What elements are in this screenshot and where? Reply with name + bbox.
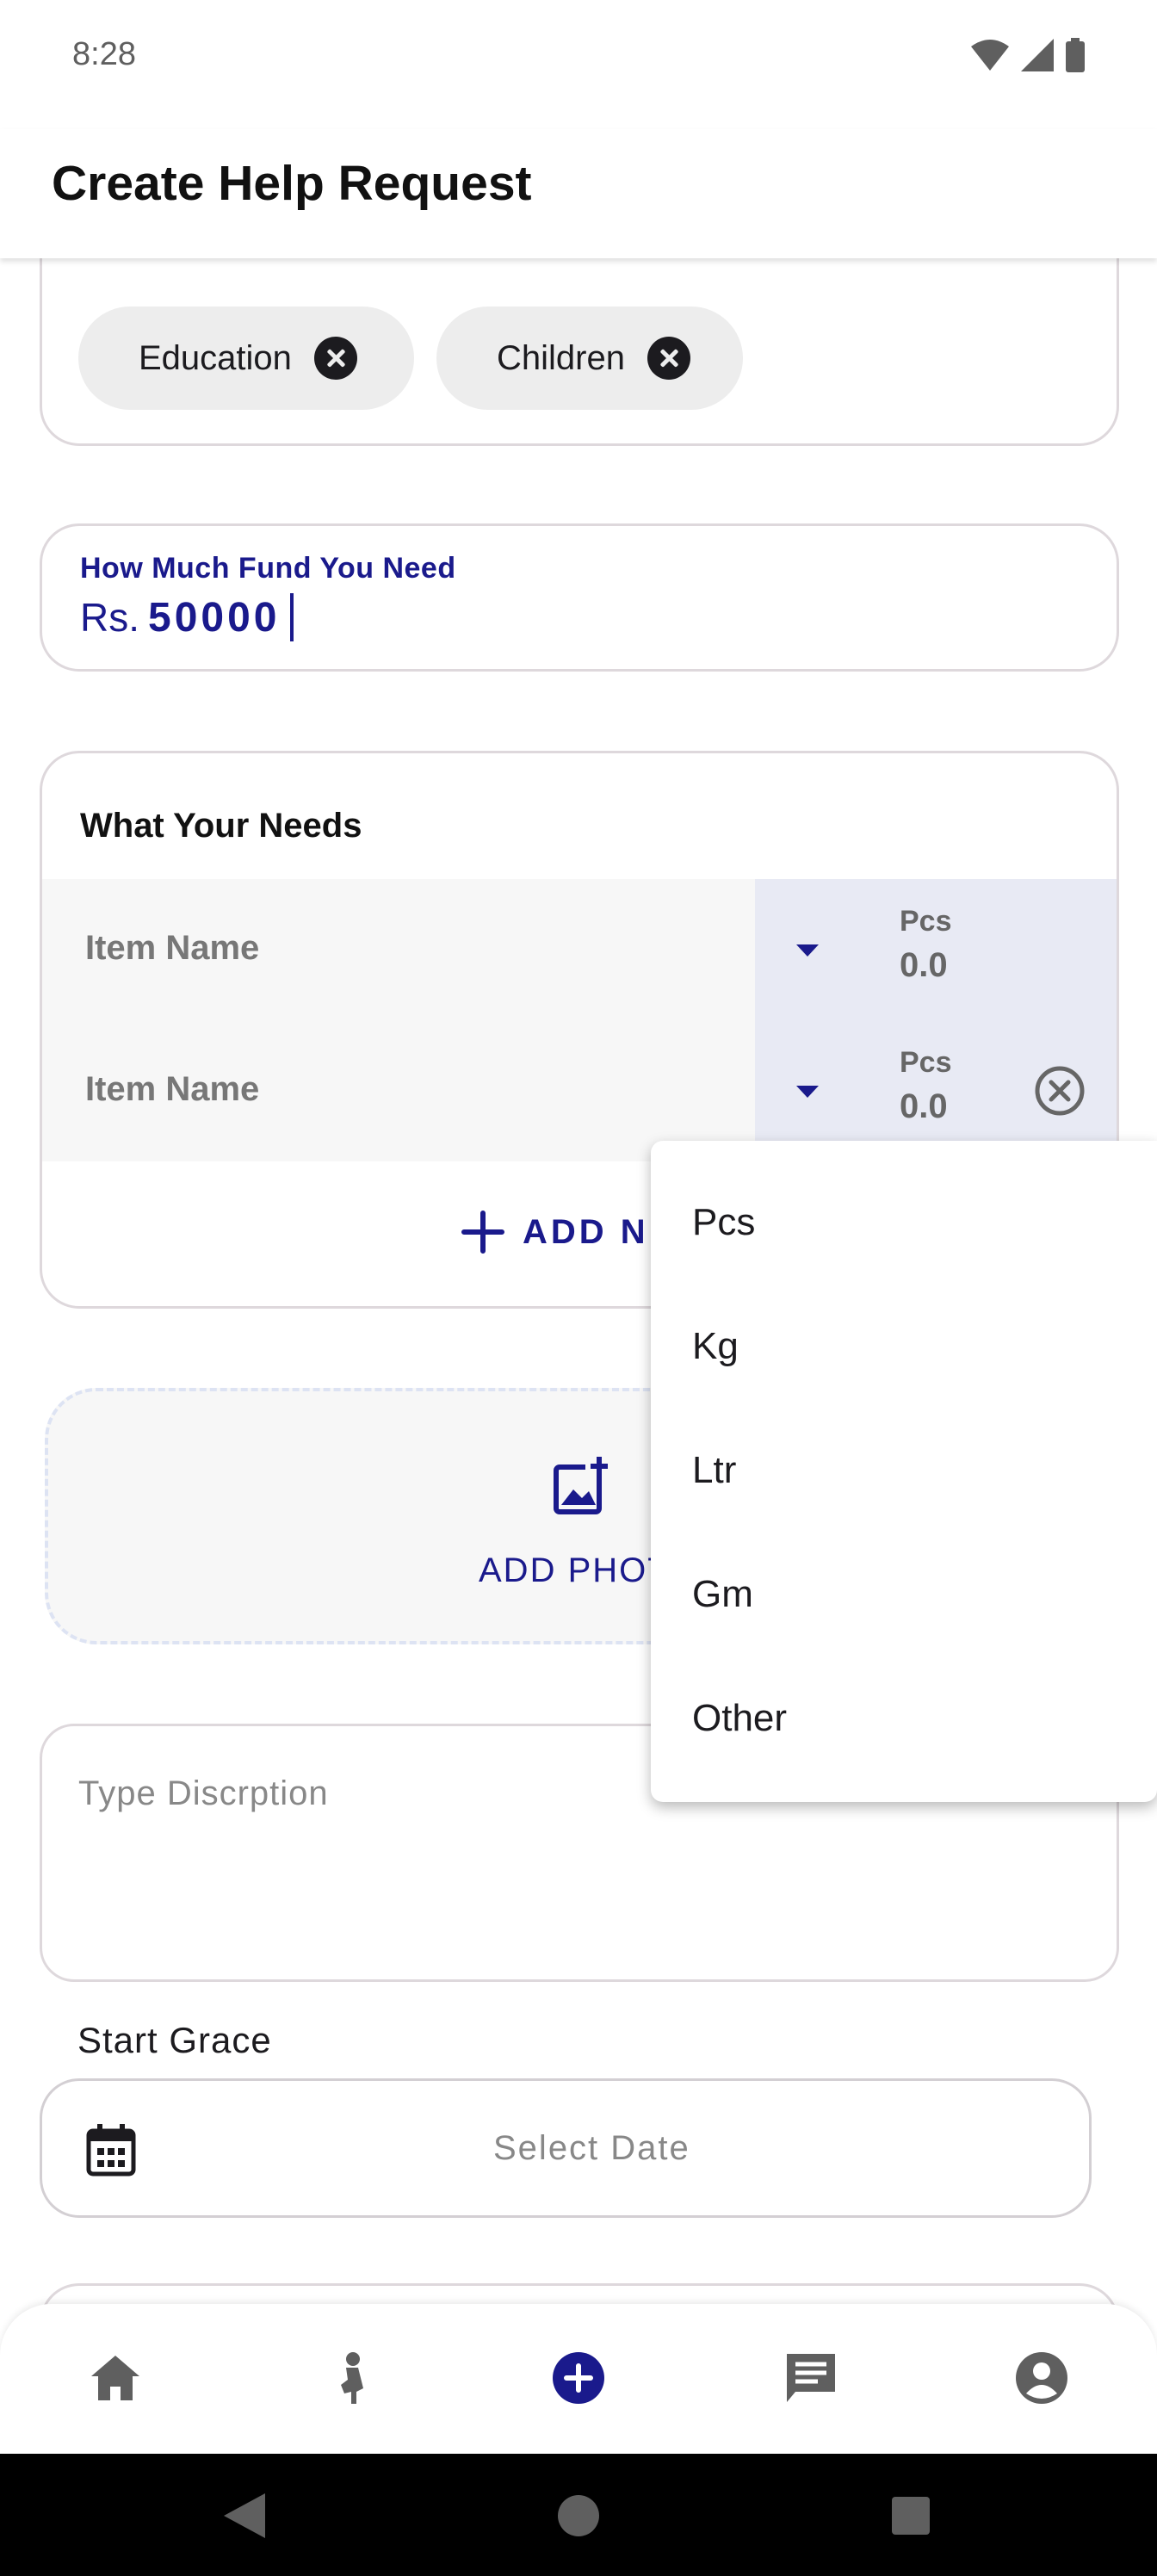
home-icon[interactable]	[88, 2350, 143, 2406]
messages-icon[interactable]	[783, 2350, 838, 2406]
fund-field-label: How Much Fund You Need	[80, 552, 456, 585]
text-cursor	[290, 593, 294, 641]
unit-option-other[interactable]: Other	[692, 1697, 787, 1740]
need-item-row: Item Name Pcs 0.0	[42, 879, 1117, 1020]
currency-prefix: Rs.	[80, 595, 139, 640]
add-new-item-button[interactable]: ADD NE	[461, 1210, 675, 1254]
status-time: 8:28	[72, 36, 136, 72]
add-photo-icon	[554, 1457, 611, 1514]
caret-down-icon	[796, 944, 819, 957]
calendar-icon	[86, 2124, 136, 2177]
unit-option-kg[interactable]: Kg	[692, 1325, 739, 1368]
back-icon[interactable]	[222, 2492, 267, 2540]
tag-chip-label: Children	[497, 338, 625, 377]
tag-chip-label: Education	[139, 338, 292, 377]
remove-chip-icon[interactable]	[647, 337, 690, 380]
page-title: Create Help Request	[52, 156, 532, 211]
wifi-icon	[971, 40, 1009, 71]
profile-icon[interactable]	[1014, 2350, 1069, 2406]
plus-icon	[461, 1211, 504, 1254]
fund-input-value[interactable]: 50000	[148, 594, 280, 641]
quantity-input[interactable]: 0.0	[900, 1087, 948, 1126]
unit-option-pcs[interactable]: Pcs	[692, 1201, 755, 1244]
remove-chip-icon[interactable]	[313, 337, 357, 380]
battery-icon	[1066, 38, 1085, 72]
unit-option-ltr[interactable]: Ltr	[692, 1449, 736, 1492]
home-button-icon[interactable]	[556, 2493, 601, 2538]
start-grace-date-picker[interactable]: Select Date	[40, 2078, 1092, 2218]
unit-label: Pcs	[900, 905, 952, 938]
add-request-icon[interactable]	[551, 2350, 606, 2406]
signal-icon	[1021, 39, 1054, 71]
start-grace-label: Start Grace	[77, 2020, 272, 2060]
description-placeholder: Type Discrption	[78, 1774, 329, 1812]
system-navigation-bar	[0, 2454, 1157, 2576]
unit-selector[interactable]: Pcs 0.0	[755, 879, 1117, 1020]
item-name-input[interactable]: Item Name	[85, 1070, 259, 1109]
remove-item-icon[interactable]	[1034, 1065, 1086, 1117]
needs-title: What Your Needs	[80, 807, 362, 845]
add-photo-label: ADD PHOT	[479, 1551, 671, 1589]
app-bar: Create Help Request	[0, 129, 1157, 258]
caret-down-icon	[796, 1086, 819, 1098]
quantity-input[interactable]: 0.0	[900, 946, 948, 985]
unit-dropdown-menu: Pcs Kg Ltr Gm Other	[651, 1141, 1157, 1802]
status-icons	[971, 38, 1085, 72]
select-date-placeholder: Select Date	[493, 2129, 690, 2167]
unit-option-gm[interactable]: Gm	[692, 1573, 753, 1616]
tag-chip-children[interactable]: Children	[436, 307, 743, 410]
donate-icon[interactable]	[324, 2350, 379, 2406]
fund-input-row[interactable]: Rs. 50000	[80, 593, 294, 641]
fund-field[interactable]: How Much Fund You Need Rs. 50000	[40, 523, 1119, 672]
item-name-input[interactable]: Item Name	[85, 929, 259, 968]
tag-chip-education[interactable]: Education	[78, 307, 414, 410]
bottom-navigation	[0, 2304, 1157, 2454]
recents-icon[interactable]	[890, 2495, 931, 2536]
unit-label: Pcs	[900, 1046, 952, 1079]
